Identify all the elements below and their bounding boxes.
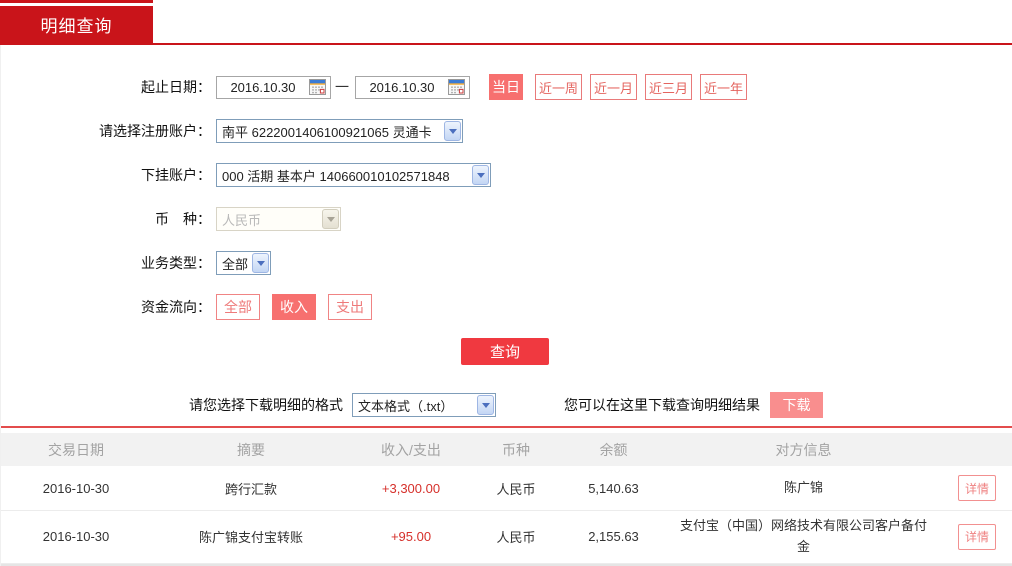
table-header: 交易日期 摘要 收入/支出 币种 余额 对方信息 xyxy=(1,433,1012,466)
query-button[interactable]: 查询 xyxy=(461,338,549,365)
header-tabbar: 明细查询 xyxy=(0,0,1012,45)
sub-account-value: 000 活期 基本户 140660010102571848 xyxy=(217,166,471,185)
quick-range-3months-button[interactable]: 近三月 xyxy=(645,74,692,100)
quick-range-month-button[interactable]: 近一月 xyxy=(590,74,637,100)
start-date-input[interactable] xyxy=(217,80,309,95)
date-range-row: 起止日期： 一 xyxy=(1,74,1012,100)
currency-value: 人民币 xyxy=(217,210,321,229)
table-row: 2016-10-30 陈广锦支付宝转账 +95.00 人民币 2,155.63 … xyxy=(1,511,1012,564)
business-type-value: 全部 xyxy=(217,254,251,273)
chevron-down-icon xyxy=(444,121,461,141)
end-date-input[interactable] xyxy=(356,80,448,95)
chevron-down-icon xyxy=(252,253,269,273)
tab-label: 明细查询 xyxy=(41,12,113,37)
registered-account-row: 请选择注册账户： 南平 6222001406100921065 灵通卡 xyxy=(1,118,1012,144)
download-button[interactable]: 下载 xyxy=(770,392,823,418)
registered-account-label: 请选择注册账户： xyxy=(1,121,211,141)
cell-summary: 跨行汇款 xyxy=(151,479,351,498)
sub-account-row: 下挂账户： 000 活期 基本户 140660010102571848 xyxy=(1,162,1012,188)
query-row: 查询 xyxy=(1,338,1012,365)
fund-flow-expense-button[interactable]: 支出 xyxy=(328,294,372,320)
header-counterparty: 对方信息 xyxy=(666,440,941,460)
date-range-label: 起止日期： xyxy=(1,77,211,97)
quick-range-week-button[interactable]: 近一周 xyxy=(535,74,582,100)
fund-flow-row: 资金流向： 全部 收入 支出 xyxy=(1,294,1012,320)
cell-trade-date: 2016-10-30 xyxy=(1,529,151,544)
cell-balance: 2,155.63 xyxy=(561,529,666,544)
tab-detail-query[interactable]: 明细查询 xyxy=(0,6,153,43)
detail-button[interactable]: 详情 xyxy=(958,524,996,550)
download-hint: 您可以在这里下载查询明细结果 xyxy=(564,395,760,415)
currency-label: 币 种： xyxy=(1,209,211,229)
header-balance: 余额 xyxy=(561,440,666,460)
cell-balance: 5,140.63 xyxy=(561,481,666,496)
detail-query-page: 明细查询 起止日期： xyxy=(0,0,1012,560)
start-date-field xyxy=(216,76,331,99)
business-type-label: 业务类型： xyxy=(1,253,211,273)
sub-account-label: 下挂账户： xyxy=(1,165,211,185)
download-format-label: 请您选择下载明细的格式 xyxy=(189,395,343,415)
query-form: 起止日期： 一 xyxy=(0,45,1012,566)
calendar-icon[interactable] xyxy=(448,79,465,95)
business-type-row: 业务类型： 全部 xyxy=(1,250,1012,276)
download-format-value: 文本格式（.txt） xyxy=(353,396,476,415)
cell-currency: 人民币 xyxy=(471,527,561,546)
chevron-down-icon xyxy=(322,209,339,229)
cell-currency: 人民币 xyxy=(471,479,561,498)
header-summary: 摘要 xyxy=(151,440,351,460)
cell-counterparty: 陈广锦 xyxy=(666,473,941,504)
fund-flow-income-button[interactable]: 收入 xyxy=(272,294,316,320)
tab-top-strip xyxy=(0,0,153,3)
header-trade-date: 交易日期 xyxy=(1,440,151,460)
download-format-select[interactable]: 文本格式（.txt） xyxy=(352,393,496,417)
bottom-line xyxy=(1,564,1012,566)
fund-flow-label: 资金流向： xyxy=(1,297,211,317)
red-divider xyxy=(1,426,1012,428)
quick-range-year-button[interactable]: 近一年 xyxy=(700,74,747,100)
detail-button[interactable]: 详情 xyxy=(958,475,996,501)
download-row: 请您选择下载明细的格式 文本格式（.txt） 您可以在这里下载查询明细结果 下载 xyxy=(1,392,1012,418)
fund-flow-all-button[interactable]: 全部 xyxy=(216,294,260,320)
table-row: 2016-10-30 跨行汇款 +3,300.00 人民币 5,140.63 陈… xyxy=(1,466,1012,511)
header-currency: 币种 xyxy=(471,440,561,460)
business-type-select[interactable]: 全部 xyxy=(216,251,271,275)
currency-select: 人民币 xyxy=(216,207,341,231)
registered-account-select[interactable]: 南平 6222001406100921065 灵通卡 xyxy=(216,119,463,143)
chevron-down-icon xyxy=(472,165,489,185)
header-underline xyxy=(0,43,1012,45)
cell-amount: +95.00 xyxy=(351,529,471,544)
registered-account-value: 南平 6222001406100921065 灵通卡 xyxy=(217,122,443,141)
currency-row: 币 种： 人民币 xyxy=(1,206,1012,232)
cell-summary: 陈广锦支付宝转账 xyxy=(151,527,351,546)
calendar-icon[interactable] xyxy=(309,79,326,95)
cell-trade-date: 2016-10-30 xyxy=(1,481,151,496)
sub-account-select[interactable]: 000 活期 基本户 140660010102571848 xyxy=(216,163,491,187)
end-date-field xyxy=(355,76,470,99)
cell-counterparty: 支付宝（中国）网络技术有限公司客户备付金 xyxy=(666,511,941,563)
chevron-down-icon xyxy=(477,395,494,415)
cell-amount: +3,300.00 xyxy=(351,481,471,496)
header-income-expense: 收入/支出 xyxy=(351,440,471,460)
quick-range-today-button[interactable]: 当日 xyxy=(489,74,523,100)
date-separator: 一 xyxy=(335,77,349,97)
